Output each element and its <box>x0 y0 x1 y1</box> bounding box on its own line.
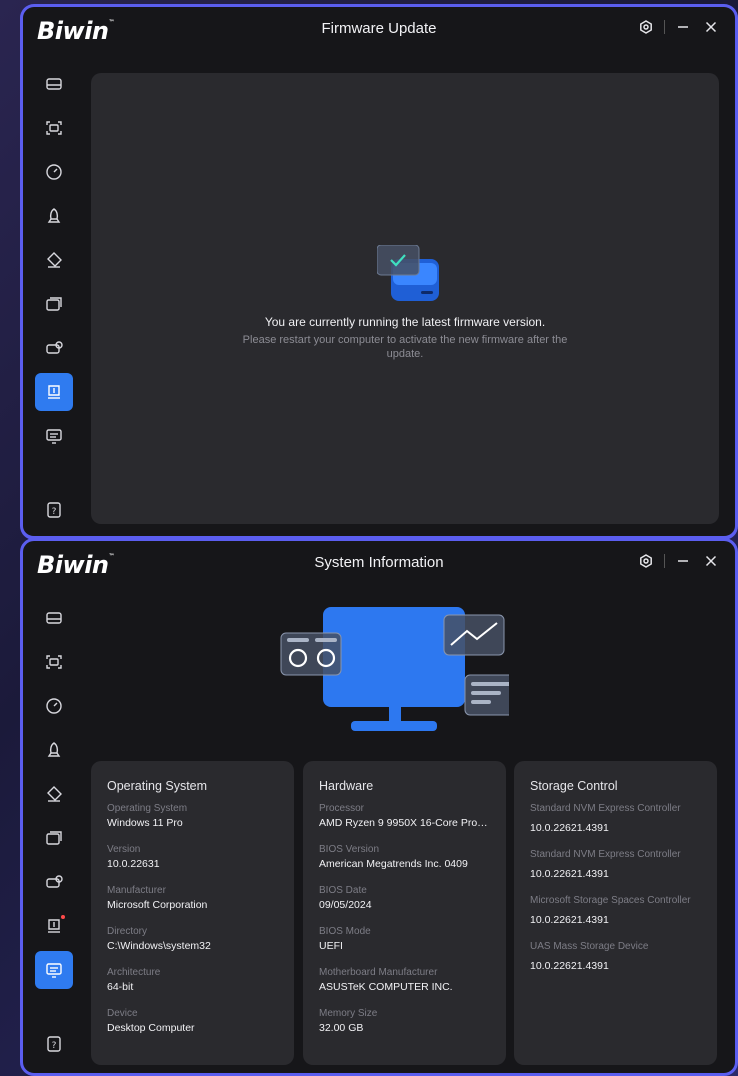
hardware-card: Hardware Processor AMD Ryzen 9 9950X 16-… <box>303 761 506 1065</box>
update-indicator-dot <box>61 915 65 919</box>
title-bar: Biwin™ Firmware Update <box>23 7 735 51</box>
help-icon[interactable]: ? <box>35 491 73 529</box>
controller-value: 10.0.22621.4391 <box>530 822 609 834</box>
svg-text:?: ? <box>52 1041 57 1051</box>
close-icon[interactable] <box>701 551 721 571</box>
manufacturer-label: Manufacturer <box>107 885 166 896</box>
firmware-icon[interactable] <box>35 373 73 411</box>
system-info-icon[interactable] <box>35 417 73 455</box>
speedometer-icon[interactable] <box>35 153 73 191</box>
controller-label: UAS Mass Storage Device <box>530 941 649 952</box>
system-info-icon[interactable] <box>35 951 73 989</box>
eraser-icon[interactable] <box>35 775 73 813</box>
sidebar: ? <box>23 51 87 536</box>
firmware-icon[interactable] <box>35 907 73 945</box>
processor-label: Processor <box>319 803 365 814</box>
directory-value: C:\Windows\system32 <box>107 940 211 952</box>
eraser-icon[interactable] <box>35 241 73 279</box>
bios-date-label: BIOS Date <box>319 885 367 896</box>
device-label: Device <box>107 1008 138 1019</box>
computer-illustration <box>280 607 509 731</box>
rocket-icon[interactable] <box>35 731 73 769</box>
divider <box>664 20 665 34</box>
title-bar: Biwin™ System Information <box>23 541 735 585</box>
firmware-update-window: Biwin™ Firmware Update ? You are current… <box>20 4 738 540</box>
window-title: Firmware Update <box>321 20 437 37</box>
motherboard-value: ASUSTeK COMPUTER INC. <box>319 981 453 993</box>
bios-date-value: 09/05/2024 <box>319 899 372 911</box>
operating-system-card: Operating System Operating System Window… <box>91 761 294 1065</box>
manufacturer-value: Microsoft Corporation <box>107 899 208 911</box>
speedometer-icon[interactable] <box>35 687 73 725</box>
version-label: Version <box>107 844 141 855</box>
card-heading: Hardware <box>319 779 374 793</box>
card-heading: Storage Control <box>530 779 618 793</box>
drive-icon[interactable] <box>35 65 73 103</box>
firmware-up-to-date-illustration <box>377 245 439 301</box>
bios-mode-label: BIOS Mode <box>319 926 371 937</box>
motherboard-label: Motherboard Manufacturer <box>319 967 438 978</box>
bios-mode-value: UEFI <box>319 940 343 952</box>
sidebar: ? <box>23 585 87 1073</box>
controller-label: Microsoft Storage Spaces Controller <box>530 895 691 906</box>
clone-icon[interactable] <box>35 285 73 323</box>
drive-icon[interactable] <box>35 599 73 637</box>
memory-size-value: 32.00 GB <box>319 1022 364 1034</box>
close-icon[interactable] <box>701 17 721 37</box>
processor-value: AMD Ryzen 9 9950X 16-Core Proces... <box>319 817 490 829</box>
drive-sync-icon[interactable] <box>35 863 73 901</box>
controller-label: Standard NVM Express Controller <box>530 803 681 814</box>
status-message: You are currently running the latest fir… <box>264 315 546 329</box>
directory-label: Directory <box>107 926 148 937</box>
window-title: System Information <box>314 554 444 571</box>
minimize-icon[interactable] <box>673 17 693 37</box>
bios-version-value: American Megatrends Inc. 0409 <box>319 858 468 870</box>
settings-icon[interactable] <box>636 17 656 37</box>
architecture-label: Architecture <box>107 967 161 978</box>
bios-version-label: BIOS Version <box>319 844 380 855</box>
clone-icon[interactable] <box>35 819 73 857</box>
rocket-icon[interactable] <box>35 197 73 235</box>
restart-note: Please restart your computer to activate… <box>242 334 568 360</box>
os-value: Windows 11 Pro <box>107 817 183 829</box>
memory-size-label: Memory Size <box>319 1008 378 1019</box>
firmware-panel: You are currently running the latest fir… <box>91 73 719 524</box>
version-value: 10.0.22631 <box>107 858 160 870</box>
device-value: Desktop Computer <box>107 1022 195 1034</box>
drive-sync-icon[interactable] <box>35 329 73 367</box>
help-icon[interactable]: ? <box>35 1025 73 1063</box>
svg-text:?: ? <box>52 507 57 517</box>
divider <box>664 554 665 568</box>
controller-label: Standard NVM Express Controller <box>530 849 681 860</box>
minimize-icon[interactable] <box>673 551 693 571</box>
card-heading: Operating System <box>107 779 208 793</box>
architecture-value: 64-bit <box>107 981 134 993</box>
controller-value: 10.0.22621.4391 <box>530 960 609 972</box>
settings-icon[interactable] <box>636 551 656 571</box>
os-label: Operating System <box>107 803 188 814</box>
controller-value: 10.0.22621.4391 <box>530 868 609 880</box>
scan-icon[interactable] <box>35 109 73 147</box>
scan-icon[interactable] <box>35 643 73 681</box>
storage-control-card: Storage Control Standard NVM Express Con… <box>514 761 717 1065</box>
controller-value: 10.0.22621.4391 <box>530 914 609 926</box>
system-information-window: Biwin™ System Information ? Operating Sy… <box>20 538 738 1076</box>
